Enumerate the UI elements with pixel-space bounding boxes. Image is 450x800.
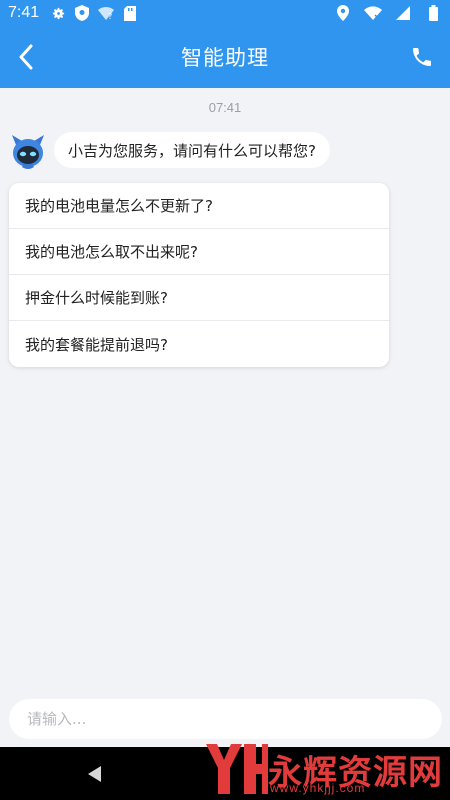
settings-icon bbox=[49, 4, 67, 22]
suggested-questions-card: 我的电池电量怎么不更新了? 我的电池怎么取不出来呢? 押金什么时候能到账? 我的… bbox=[9, 183, 389, 367]
bot-avatar bbox=[8, 131, 48, 171]
page-title: 智能助理 bbox=[181, 46, 269, 70]
bot-message-bubble: 小吉为您服务，请问有什么可以帮您? bbox=[54, 132, 330, 168]
suggestion-item[interactable]: 我的电池怎么取不出来呢? bbox=[9, 229, 389, 275]
back-button[interactable] bbox=[12, 41, 40, 73]
suggestion-item[interactable]: 我的套餐能提前退吗? bbox=[9, 321, 389, 367]
battery-icon bbox=[424, 4, 442, 22]
signal-icon bbox=[394, 4, 412, 22]
message-input-bar bbox=[9, 699, 442, 739]
wifi-question-icon: ? bbox=[97, 4, 115, 22]
app-bar: 智能助理 bbox=[0, 26, 450, 88]
nav-back-icon bbox=[88, 766, 101, 782]
wifi-icon bbox=[364, 4, 382, 22]
shield-icon bbox=[73, 4, 91, 22]
sd-card-icon bbox=[121, 4, 139, 22]
status-bar: 7:41 ? bbox=[0, 0, 450, 26]
nav-back-button[interactable] bbox=[86, 765, 104, 783]
chat-timestamp: 07:41 bbox=[208, 100, 242, 115]
back-chevron-icon bbox=[19, 44, 33, 70]
suggestion-item[interactable]: 押金什么时候能到账? bbox=[9, 275, 389, 321]
svg-text:?: ? bbox=[108, 12, 112, 20]
watermark-url: www.yhkjjj.com bbox=[270, 781, 366, 795]
status-time: 7:41 bbox=[8, 4, 40, 21]
message-input[interactable] bbox=[27, 710, 442, 728]
call-button[interactable] bbox=[406, 41, 438, 73]
suggestion-item[interactable]: 我的电池电量怎么不更新了? bbox=[9, 183, 389, 229]
location-icon bbox=[334, 4, 352, 22]
phone-icon bbox=[413, 48, 431, 66]
